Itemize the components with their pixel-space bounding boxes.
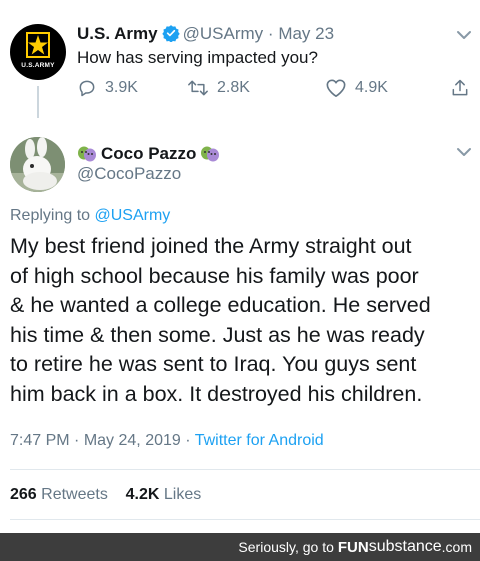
tweet-text-line: My best friend joined the Army straight …	[10, 234, 412, 258]
retweets-stat[interactable]: 266 Retweets	[10, 486, 108, 503]
chevron-down-icon[interactable]	[456, 147, 472, 157]
tweet-actions: 3.9K 2.8K 4.9K	[75, 78, 475, 100]
tweet-timestamp: 7:47 PM · May 24, 2019 · Twitter for And…	[10, 432, 324, 450]
tweet-text-line: him back in a box. It destroyed his chil…	[10, 381, 423, 406]
likes-count: 4.2K	[125, 486, 160, 503]
retweets-label: Retweets	[41, 486, 108, 503]
reply-avatar[interactable]	[10, 137, 65, 192]
rabbit-avatar-image	[10, 137, 65, 192]
replying-to-line: Replying to @USArmy	[10, 207, 170, 225]
replying-to-label: Replying to	[10, 207, 91, 224]
tweet-text-line: of high school because his family was po…	[10, 263, 419, 288]
footer-prefix: Seriously, go to	[238, 539, 334, 555]
parent-date[interactable]: May 23	[278, 24, 334, 43]
tweet-text-line: & he wanted a college education. He serv…	[10, 293, 431, 317]
watermark-footer: Seriously, go to FUN substance .com	[0, 533, 480, 561]
parent-handle[interactable]: @USArmy	[183, 24, 264, 43]
reply-handle[interactable]: @CocoPazzo	[77, 164, 181, 184]
reply-display-name-row: Coco Pazzo	[77, 144, 224, 164]
timestamp-separator: ·	[185, 432, 191, 449]
verified-badge-icon	[161, 25, 180, 42]
chevron-down-icon[interactable]	[456, 30, 472, 40]
footer-brand-fun: FUN	[337, 538, 369, 556]
reply-action[interactable]: 3.9K	[77, 78, 138, 98]
parent-tweet-text: How has serving impacted you?	[77, 48, 318, 67]
like-action[interactable]: 4.9K	[325, 78, 388, 98]
tweet-text-line: to retire he was sent to Iraq. You guys …	[10, 352, 417, 376]
theater-masks-icon	[201, 146, 220, 162]
like-count: 4.9K	[355, 79, 388, 96]
divider	[10, 519, 480, 520]
meta-separator: ·	[267, 24, 274, 43]
parent-tweet[interactable]: U.S.ARMY U.S. Army @USArmy · May 23 How h…	[0, 0, 480, 120]
share-icon	[452, 79, 468, 96]
army-avatar[interactable]: U.S.ARMY	[10, 24, 66, 80]
retweet-icon	[188, 80, 208, 96]
footer-brand-sub: substance	[368, 538, 442, 555]
replying-to-mention[interactable]: @USArmy	[95, 207, 171, 224]
tweet-time[interactable]: 7:47 PM	[10, 432, 70, 449]
reply-icon	[79, 80, 95, 97]
likes-label: Likes	[163, 486, 202, 503]
parent-display-name[interactable]: U.S. Army	[77, 24, 158, 43]
tweet-text-line: his time & then some. Just as he was rea…	[10, 322, 425, 347]
like-icon	[326, 79, 346, 97]
tweet-date[interactable]: May 24, 2019	[84, 432, 181, 449]
divider	[10, 469, 480, 470]
retweet-count: 2.8K	[217, 79, 250, 96]
theater-masks-icon	[78, 146, 96, 162]
reply-count: 3.9K	[105, 79, 138, 96]
retweet-action[interactable]: 2.8K	[187, 78, 250, 98]
tweet-stats: 266 Retweets 4.2K Likes	[10, 486, 201, 504]
army-logo-text: U.S.ARMY	[21, 62, 55, 69]
tweet-client-link[interactable]: Twitter for Android	[195, 432, 324, 449]
share-action[interactable]	[450, 78, 478, 98]
parent-tweet-header: U.S. Army @USArmy · May 23	[77, 24, 334, 44]
retweets-count: 266	[10, 486, 37, 503]
timestamp-separator: ·	[74, 432, 80, 449]
reply-display-name[interactable]: Coco Pazzo	[101, 144, 196, 164]
army-star-logo	[26, 32, 50, 58]
thread-connector-line	[37, 86, 39, 118]
footer-brand-com: .com	[441, 539, 472, 555]
likes-stat[interactable]: 4.2K Likes	[126, 486, 202, 503]
reply-tweet-text: My best friend joined the Army straight …	[10, 232, 480, 409]
